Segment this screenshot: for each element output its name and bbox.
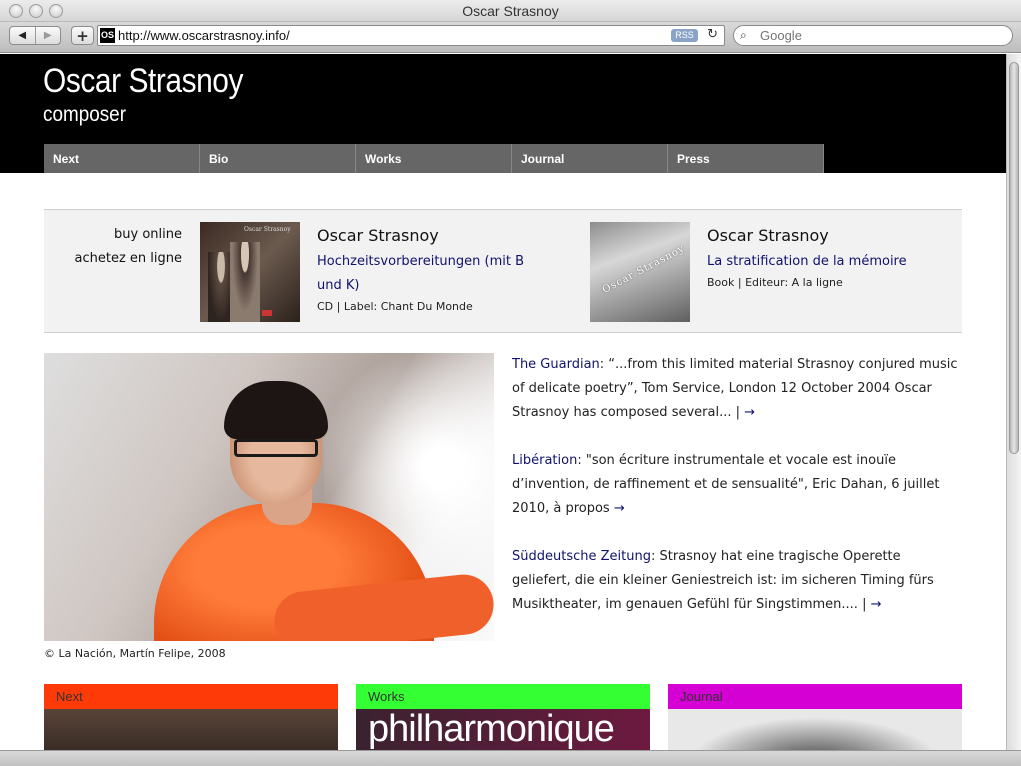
forward-button[interactable]: ▶ bbox=[34, 27, 61, 44]
browser-toolbar: ◀ ▶ + OS http://www.oscarstrasnoy.info/ … bbox=[0, 22, 1021, 53]
card-image[interactable] bbox=[668, 709, 962, 750]
buy-online-label: buy online bbox=[114, 227, 182, 242]
press-quotes: The Guardian: “...from this limited mate… bbox=[512, 353, 962, 641]
page-viewport: Oscar Strasnoy composer Next Bio Works J… bbox=[0, 54, 1006, 750]
search-field[interactable]: ⌕ bbox=[733, 25, 1013, 46]
url-text[interactable]: http://www.oscarstrasnoy.info/ bbox=[118, 28, 290, 43]
card-label[interactable]: Next bbox=[44, 684, 338, 709]
card-image-text: philharmonique bbox=[368, 708, 615, 750]
product-link[interactable]: La stratification de la mémoire bbox=[707, 250, 907, 274]
book-cover-image[interactable]: Oscar Strasnoy bbox=[590, 222, 690, 322]
cd-cover-text: Oscar Strasnoy bbox=[244, 226, 291, 233]
site-favicon-icon: OS bbox=[100, 28, 115, 43]
status-bar bbox=[0, 750, 1021, 766]
quote-source-link[interactable]: Süddeutsche Zeitung bbox=[512, 549, 651, 564]
add-bookmark-button[interactable]: + bbox=[71, 26, 94, 45]
section-cards: Next Works philharmonique Journal bbox=[44, 684, 962, 750]
nav-press[interactable]: Press bbox=[668, 144, 824, 173]
rss-button[interactable]: RSS bbox=[671, 29, 698, 42]
product-link[interactable]: Hochzeitsvorbereitungen (mit B und K) bbox=[317, 250, 527, 298]
quote-source-link[interactable]: The Guardian bbox=[512, 357, 600, 372]
press-quote: Libération: "son écriture instrumentale … bbox=[512, 449, 962, 521]
window-titlebar: Oscar Strasnoy bbox=[0, 0, 1021, 22]
vertical-scrollbar[interactable] bbox=[1006, 54, 1021, 750]
card-label[interactable]: Journal bbox=[668, 684, 962, 709]
site-title[interactable]: Oscar Strasnoy bbox=[43, 62, 243, 101]
address-bar[interactable]: OS http://www.oscarstrasnoy.info/ RSS ↻ bbox=[97, 25, 725, 46]
product-meta: Book | Editeur: A la ligne bbox=[707, 276, 843, 289]
window-title: Oscar Strasnoy bbox=[462, 3, 559, 19]
card-next[interactable]: Next bbox=[44, 684, 338, 750]
cd-cover-image[interactable]: Oscar Strasnoy bbox=[200, 222, 300, 322]
buy-online-box: buy online achetez en ligne Oscar Strasn… bbox=[44, 209, 962, 333]
card-journal[interactable]: Journal bbox=[668, 684, 962, 750]
photo-glasses bbox=[234, 439, 318, 457]
product-title: Oscar Strasnoy bbox=[317, 226, 439, 245]
nav-bio[interactable]: Bio bbox=[200, 144, 356, 173]
quote-source-link[interactable]: Libération bbox=[512, 453, 577, 468]
photo-credit: © La Nación, Martín Felipe, 2008 bbox=[44, 647, 226, 660]
portrait-photo bbox=[44, 353, 494, 641]
buy-online-label-fr: achetez en ligne bbox=[74, 251, 183, 266]
card-works[interactable]: Works philharmonique bbox=[356, 684, 650, 750]
main-nav: Next Bio Works Journal Press bbox=[44, 144, 824, 173]
site-header: Oscar Strasnoy composer Next Bio Works J… bbox=[0, 54, 1006, 173]
card-image[interactable] bbox=[44, 709, 338, 750]
press-quote: Süddeutsche Zeitung: Strasnoy hat eine t… bbox=[512, 545, 962, 617]
book-cover-text: Oscar Strasnoy bbox=[600, 243, 687, 296]
back-button[interactable]: ◀ bbox=[10, 27, 35, 44]
photo-hair bbox=[224, 381, 328, 439]
site-subtitle: composer bbox=[43, 103, 126, 126]
product-meta: CD | Label: Chant Du Monde bbox=[317, 300, 473, 313]
history-buttons: ◀ ▶ bbox=[9, 26, 61, 45]
nav-works[interactable]: Works bbox=[356, 144, 512, 173]
read-more-arrow-icon[interactable]: → bbox=[871, 597, 882, 612]
cover-label-mark bbox=[262, 310, 272, 316]
search-icon[interactable]: ⌕ bbox=[740, 28, 747, 43]
nav-next[interactable]: Next bbox=[44, 144, 200, 173]
read-more-arrow-icon[interactable]: → bbox=[744, 405, 755, 420]
press-quote: The Guardian: “...from this limited mate… bbox=[512, 353, 962, 425]
quote-text: : "son écriture instrumentale et vocale … bbox=[512, 453, 940, 516]
nav-journal[interactable]: Journal bbox=[512, 144, 668, 173]
card-label[interactable]: Works bbox=[356, 684, 650, 709]
scrollbar-thumb[interactable] bbox=[1009, 62, 1019, 454]
search-input[interactable] bbox=[760, 28, 1000, 43]
cover-figure bbox=[230, 242, 260, 322]
product-title: Oscar Strasnoy bbox=[707, 226, 829, 245]
reload-icon[interactable]: ↻ bbox=[707, 27, 718, 42]
read-more-arrow-icon[interactable]: → bbox=[614, 501, 625, 516]
